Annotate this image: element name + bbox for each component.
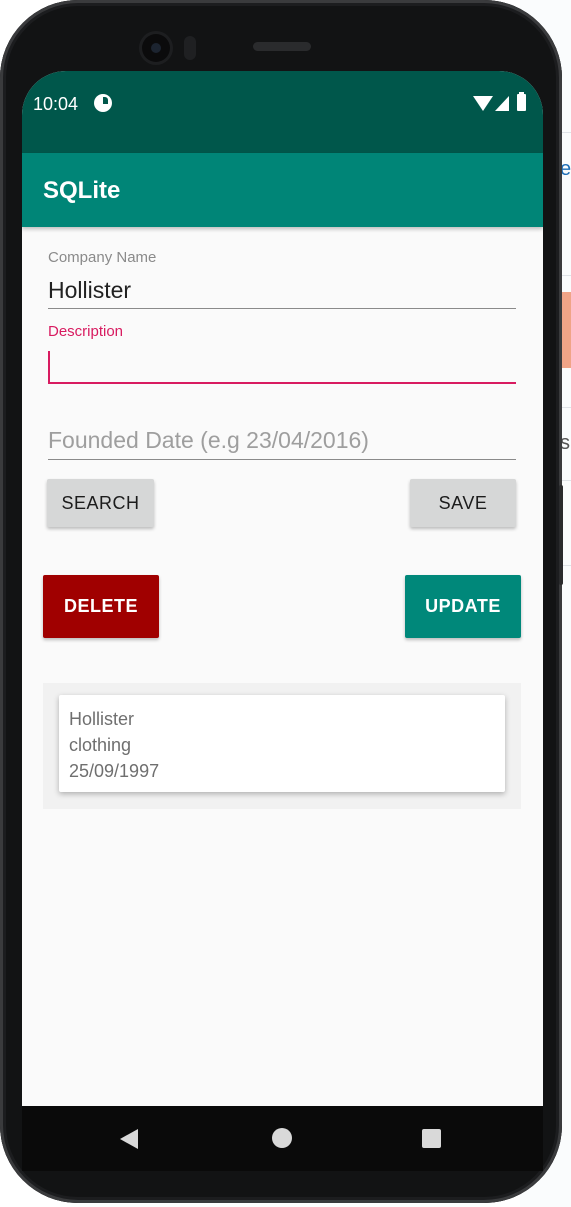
status-app-icon xyxy=(94,94,112,112)
navigation-bar xyxy=(22,1106,543,1171)
app-bar: SQLite xyxy=(22,153,543,227)
founded-date-input[interactable]: Founded Date (e.g 23/04/2016) xyxy=(48,424,516,456)
list-item-description: clothing xyxy=(69,735,132,755)
update-button[interactable]: UPDATE xyxy=(405,575,521,638)
description-field[interactable]: Description xyxy=(48,323,516,384)
side-button xyxy=(559,485,563,585)
nav-home-icon[interactable] xyxy=(272,1128,292,1148)
background-accent xyxy=(561,292,571,368)
wifi-icon xyxy=(473,96,493,111)
founded-date-underline xyxy=(48,459,516,460)
app-title: SQLite xyxy=(43,177,121,204)
save-button[interactable]: SAVE xyxy=(410,479,516,527)
company-name-field[interactable]: Company Name Hollister xyxy=(48,249,516,309)
list-item-name: Hollister xyxy=(69,709,135,729)
device-screen: 10:04 SQLite Company Name Hollister Desc… xyxy=(22,71,543,1171)
nav-recents-icon[interactable] xyxy=(422,1129,441,1148)
proximity-sensor xyxy=(184,36,196,60)
company-name-underline xyxy=(48,308,516,309)
earpiece-speaker xyxy=(253,42,311,51)
status-icons xyxy=(473,92,533,112)
delete-button[interactable]: DELETE xyxy=(43,575,159,638)
company-name-input[interactable]: Hollister xyxy=(48,274,516,306)
description-underline xyxy=(48,382,516,384)
list-item-founded: 25/09/1997 xyxy=(69,761,160,781)
founded-date-field[interactable]: Founded Date (e.g 23/04/2016) xyxy=(48,424,516,460)
battery-icon xyxy=(517,92,526,111)
search-button[interactable]: SEARCH xyxy=(47,479,154,527)
status-clock: 10:04 xyxy=(33,94,79,114)
list-item[interactable]: Hollister clothing 25/09/1997 xyxy=(59,695,505,792)
description-label: Description xyxy=(48,323,124,340)
status-bar: 10:04 xyxy=(22,71,543,153)
text-cursor xyxy=(48,351,50,383)
phone-frame: 10:04 SQLite Company Name Hollister Desc… xyxy=(0,0,562,1203)
nav-back-icon[interactable] xyxy=(120,1129,138,1149)
company-name-label: Company Name xyxy=(48,249,157,266)
description-input[interactable] xyxy=(48,348,516,380)
signal-icon xyxy=(495,96,509,111)
front-camera xyxy=(142,34,170,62)
